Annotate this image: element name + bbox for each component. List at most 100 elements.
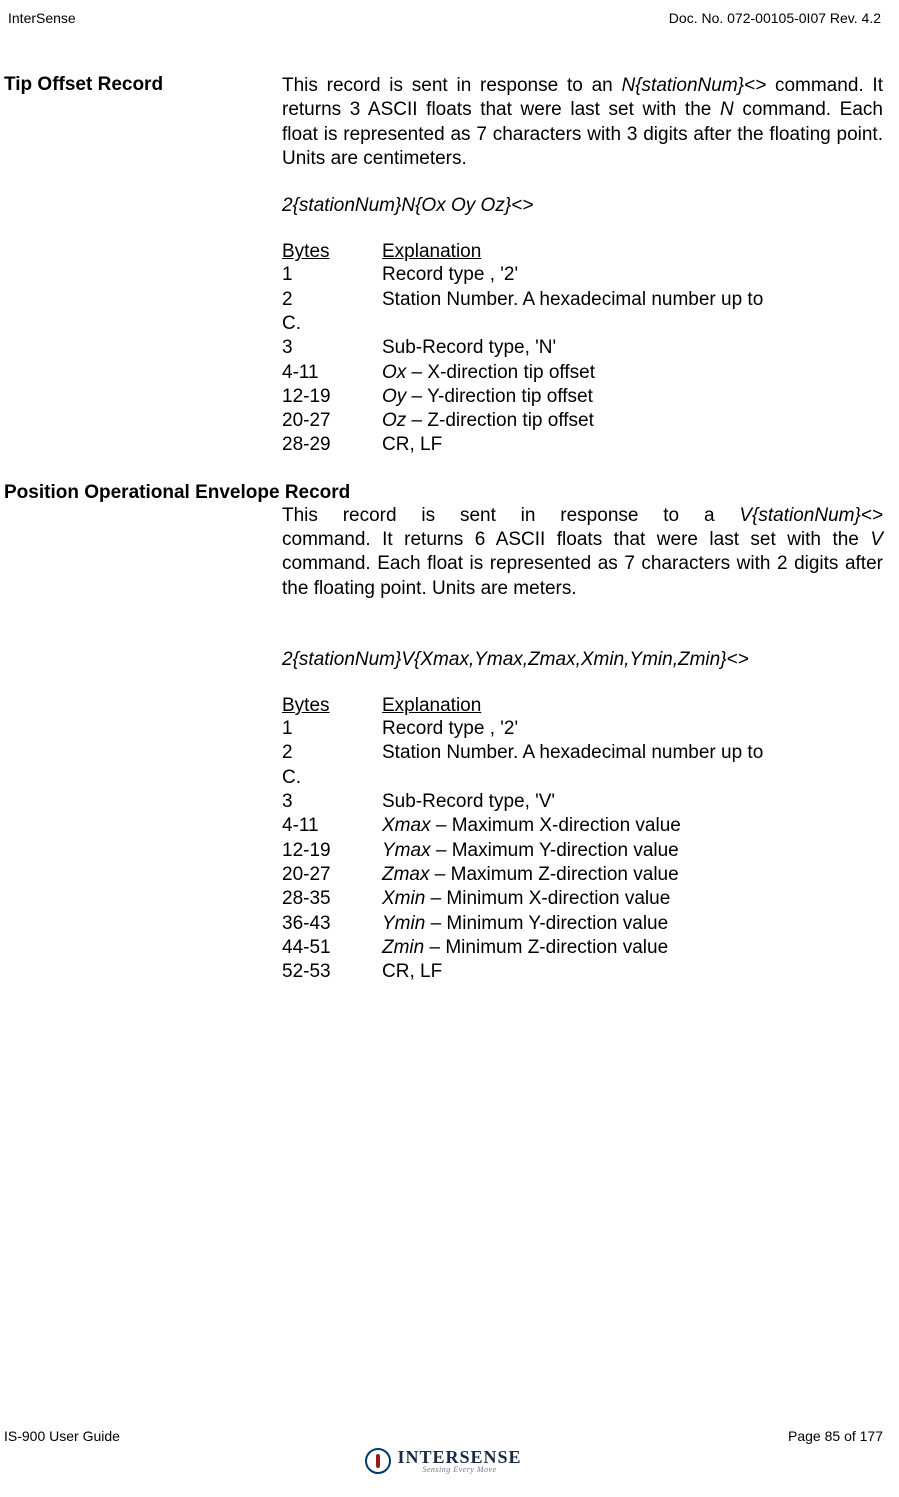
explanation-cell: Sub-Record type, 'N' [382, 336, 883, 360]
logo-tagline: Sensing Every Move [397, 1466, 521, 1474]
explanation-cell: Zmin – Minimum Z-direction value [382, 936, 883, 960]
table-row: 44-51Zmin – Minimum Z-direction value [282, 936, 883, 960]
text: – Maximum X-direction value [431, 815, 681, 836]
text: Station Number. A hexadecimal number up … [382, 289, 763, 310]
table-row: 52-53CR, LF [282, 960, 883, 984]
table-row: 2Station Number. A hexadecimal number up… [282, 288, 883, 312]
explanation-cell: Xmin – Minimum X-direction value [382, 887, 883, 911]
tip-offset-section: Tip Offset Record This record is sent in… [4, 74, 883, 458]
variable-name: Ymax [382, 840, 431, 861]
explanation-cell: Xmax – Maximum X-direction value [382, 814, 883, 838]
variable-name: Oz [382, 410, 406, 431]
text: – Minimum X-direction value [425, 888, 670, 909]
bytes-cell: 3 [282, 336, 382, 360]
bytes-cell: C. [282, 766, 382, 790]
position-envelope-format: 2{stationNum}V{Xmax,Ymax,Zmax,Xmin,Ymin,… [282, 649, 883, 671]
logo-text: INTERSENSE [397, 1448, 521, 1466]
text: Station Number. A hexadecimal number up … [382, 742, 763, 763]
explanation-cell: Ymin – Minimum Y-direction value [382, 912, 883, 936]
tip-offset-description: This record is sent in response to an N{… [282, 74, 883, 171]
text: – X-direction tip offset [406, 362, 595, 383]
variable-name: Ox [382, 362, 406, 383]
command-ref: N [720, 99, 734, 120]
text: command. It returns 6 ASCII floats that … [282, 529, 870, 550]
text: command. Each float is represented as 7 … [282, 553, 883, 598]
footer-left: IS-900 User Guide [4, 1428, 120, 1444]
table-row: 20-27Zmax – Maximum Z-direction value [282, 863, 883, 887]
command-ref: N{stationNum}<> [621, 75, 766, 96]
variable-name: Xmin [382, 888, 425, 909]
bytes-cell: 12-19 [282, 839, 382, 863]
table-row: 4-11Xmax – Maximum X-direction value [282, 814, 883, 838]
position-envelope-section: Position Operational Envelope Record Thi… [4, 482, 883, 985]
table-row: C. [282, 766, 883, 790]
text: Record type , '2' [382, 718, 518, 739]
intersense-logo: INTERSENSE Sensing Every Move [365, 1448, 521, 1474]
explanation-cell: Ymax – Maximum Y-direction value [382, 839, 883, 863]
table-row: 12-19Oy – Y-direction tip offset [282, 385, 883, 409]
explanation-cell: Zmax – Maximum Z-direction value [382, 863, 883, 887]
text: CR, LF [382, 961, 442, 982]
bytes-table-header: Bytes Explanation [282, 241, 883, 263]
explanation-cell [382, 766, 883, 790]
bytes-cell: 4-11 [282, 361, 382, 385]
bytes-cell: 28-35 [282, 887, 382, 911]
variable-name: Xmax [382, 815, 431, 836]
header-right: Doc. No. 072-00105-0I07 Rev. 4.2 [669, 10, 881, 26]
table-row: C. [282, 312, 883, 336]
text: Record type , '2' [382, 264, 518, 285]
table-row: 12-19Ymax – Maximum Y-direction value [282, 839, 883, 863]
table-row: 36-43Ymin – Minimum Y-direction value [282, 912, 883, 936]
bytes-cell: 1 [282, 717, 382, 741]
explanation-cell: Record type , '2' [382, 263, 883, 287]
table-row: 28-29CR, LF [282, 433, 883, 457]
text: This record is sent in response to a [282, 505, 739, 526]
table-row: 1Record type , '2' [282, 263, 883, 287]
explanation-cell: Oz – Z-direction tip offset [382, 409, 883, 433]
bytes-cell: 20-27 [282, 409, 382, 433]
table-row: 28-35Xmin – Minimum X-direction value [282, 887, 883, 911]
bytes-table-body: 1Record type , '2'2Station Number. A hex… [282, 717, 883, 984]
bytes-table-header: Bytes Explanation [282, 695, 883, 717]
table-row: 2Station Number. A hexadecimal number up… [282, 741, 883, 765]
explanation-cell: CR, LF [382, 960, 883, 984]
bytes-cell: 28-29 [282, 433, 382, 457]
explanation-cell: Ox – X-direction tip offset [382, 361, 883, 385]
command-ref: V [870, 529, 883, 550]
page-header: InterSense Doc. No. 072-00105-0I07 Rev. … [4, 10, 883, 26]
variable-name: Zmax [382, 864, 430, 885]
header-bytes: Bytes [282, 241, 382, 263]
text: – Z-direction tip offset [406, 410, 594, 431]
table-row: 3Sub-Record type, 'N' [282, 336, 883, 360]
variable-name: Zmin [382, 937, 424, 958]
bytes-cell: 4-11 [282, 814, 382, 838]
position-envelope-description-line1: This record is sent in response to a V{s… [282, 504, 883, 528]
command-ref: V{stationNum}<> [739, 505, 883, 526]
text: – Minimum Y-direction value [425, 913, 668, 934]
header-explanation: Explanation [382, 695, 883, 717]
explanation-cell: Station Number. A hexadecimal number up … [382, 741, 883, 765]
explanation-cell: Station Number. A hexadecimal number up … [382, 288, 883, 312]
bytes-cell: 44-51 [282, 936, 382, 960]
bytes-cell: 52-53 [282, 960, 382, 984]
table-row: 4-11Ox – X-direction tip offset [282, 361, 883, 385]
table-row: 20-27Oz – Z-direction tip offset [282, 409, 883, 433]
explanation-cell: Oy – Y-direction tip offset [382, 385, 883, 409]
position-envelope-title: Position Operational Envelope Record [4, 482, 883, 504]
tip-offset-title: Tip Offset Record [4, 74, 282, 96]
header-left: InterSense [8, 10, 76, 26]
bytes-cell: C. [282, 312, 382, 336]
header-explanation: Explanation [382, 241, 883, 263]
text: – Y-direction tip offset [406, 386, 593, 407]
bytes-table-body: 1Record type , '2'2Station Number. A hex… [282, 263, 883, 458]
text: Sub-Record type, 'V' [382, 791, 555, 812]
text: – Maximum Z-direction value [430, 864, 679, 885]
variable-name: Oy [382, 386, 406, 407]
bytes-cell: 2 [282, 741, 382, 765]
explanation-cell: CR, LF [382, 433, 883, 457]
text: Sub-Record type, 'N' [382, 337, 556, 358]
table-row: 3Sub-Record type, 'V' [282, 790, 883, 814]
header-bytes: Bytes [282, 695, 382, 717]
page-footer: IS-900 User Guide Page 85 of 177 INTERSE… [4, 1428, 883, 1477]
explanation-cell: Sub-Record type, 'V' [382, 790, 883, 814]
